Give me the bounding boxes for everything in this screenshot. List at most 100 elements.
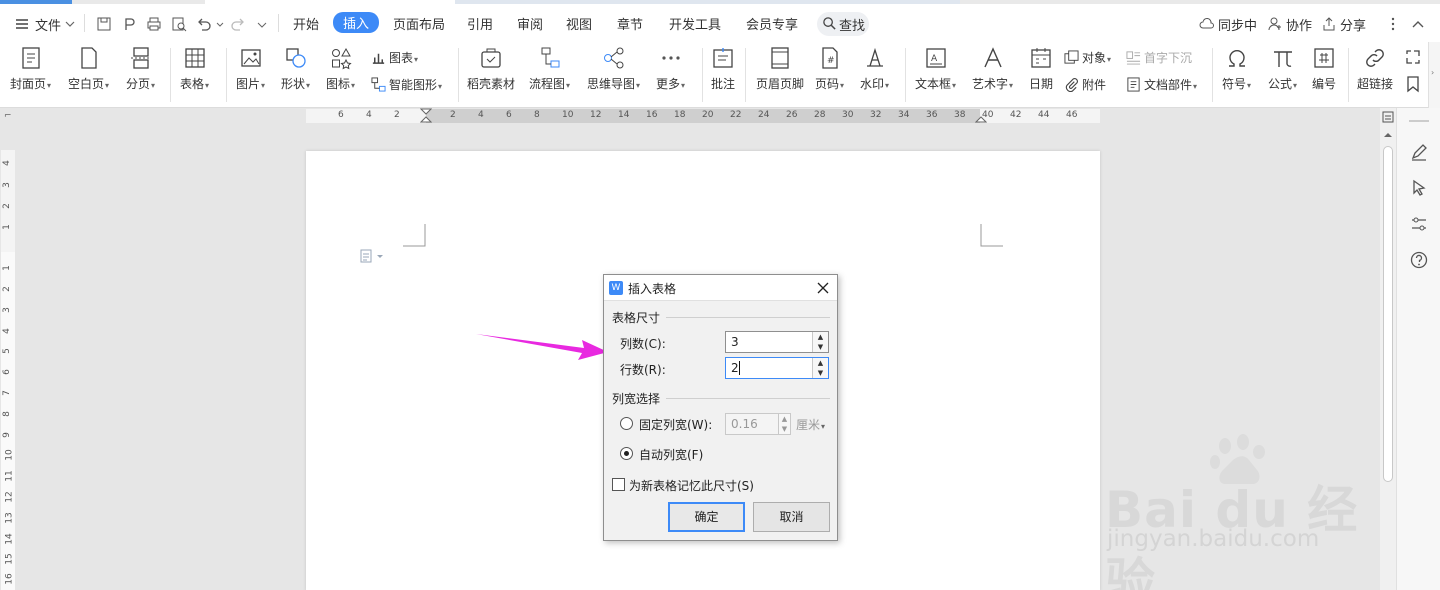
blank-page-icon (80, 47, 97, 69)
help-icon[interactable] (1409, 250, 1429, 270)
fixed-width-radio[interactable] (620, 417, 633, 430)
wordart-label: 艺术字 (972, 77, 1009, 91)
divider (666, 317, 830, 318)
indent-marker-icon[interactable] (420, 108, 432, 124)
divider (84, 14, 85, 32)
close-icon[interactable] (814, 279, 832, 297)
wordart-button[interactable]: 艺术字▾ (972, 46, 1013, 92)
spin-up-icon[interactable]: ▲ (813, 358, 828, 368)
icon-library-button[interactable]: 图标▾ (326, 46, 355, 92)
tab-references[interactable]: 引用 (467, 14, 493, 33)
collaborate-button[interactable]: 协作 (1286, 15, 1312, 34)
tab-member[interactable]: 会员专享 (746, 14, 798, 33)
smartart-button[interactable]: 智能图形▾ (371, 76, 442, 93)
remember-size-checkbox[interactable] (612, 478, 625, 491)
formula-button[interactable]: 公式▾ (1268, 46, 1297, 92)
columns-stepper[interactable]: 3 ▲ ▼ (725, 331, 829, 353)
dialog-titlebar[interactable]: W 插入表格 (604, 275, 837, 301)
cover-page-button[interactable]: 封面页▾ (10, 46, 51, 92)
attachment-button[interactable]: 附件 (1064, 76, 1106, 93)
split-view-icon[interactable] (1382, 111, 1394, 123)
rows-spin-arrows[interactable]: ▲ ▼ (812, 358, 828, 378)
collaborate-icon[interactable] (1267, 16, 1283, 32)
print-preview-icon[interactable] (171, 16, 187, 32)
right-indent-marker-icon[interactable] (975, 108, 987, 124)
crossref-icon[interactable] (1404, 48, 1422, 66)
picture-button[interactable]: 图片▾ (236, 46, 265, 92)
collapse-ribbon-icon[interactable] (1410, 16, 1426, 32)
rows-stepper[interactable]: 2 ▲ ▼ (725, 357, 829, 379)
print-icon[interactable] (146, 16, 162, 32)
hamburger-icon[interactable] (14, 16, 30, 32)
share-icon[interactable] (1321, 16, 1337, 32)
page-number-button[interactable]: # 页码▾ (815, 46, 844, 92)
customize-toolbar-icon[interactable] (256, 16, 268, 32)
paste-options-icon[interactable] (360, 249, 386, 263)
select-cursor-icon[interactable] (1409, 178, 1429, 198)
horizontal-ruler[interactable]: 6 4 2 2 4 6 8 10 12 14 16 18 20 22 24 26 28 30 32 34 36 38 40 4… (0, 108, 1380, 124)
page-break-button[interactable]: 分页▾ (126, 46, 155, 92)
more-button[interactable]: 更多▾ (656, 46, 685, 92)
spin-up-icon[interactable]: ▲ (813, 332, 828, 342)
dropcap-button[interactable]: 首字下沉 (1126, 49, 1192, 66)
ribbon-scroll[interactable]: › (1428, 42, 1440, 108)
cancel-button[interactable]: 取消 (753, 502, 830, 532)
blank-page-button[interactable]: 空白页▾ (68, 46, 109, 92)
cloud-sync-icon[interactable] (1199, 16, 1215, 32)
bookmark-icon[interactable] (1404, 75, 1422, 93)
tab-section[interactable]: 章节 (617, 14, 643, 33)
smartart-label: 智能图形 (389, 78, 438, 92)
save-icon[interactable] (96, 16, 112, 32)
sync-status[interactable]: 同步中 (1218, 15, 1257, 34)
tab-home[interactable]: 开始 (293, 14, 319, 33)
chart-button[interactable]: 图表▾ (371, 49, 418, 66)
spin-down-icon[interactable]: ▼ (813, 342, 828, 352)
textbox-button[interactable]: A 文本框▾ (915, 46, 956, 92)
tab-insert[interactable]: 插入 (333, 12, 380, 33)
file-menu[interactable]: 文件 (35, 15, 61, 34)
tab-stop-icon[interactable]: ⌐ (4, 111, 12, 121)
header-footer-button[interactable]: 页眉页脚 (756, 46, 804, 92)
columns-spin-arrows[interactable]: ▲ ▼ (812, 332, 828, 352)
hyperlink-button[interactable]: 超链接 (1357, 46, 1393, 92)
scrollbar-thumb[interactable] (1383, 146, 1393, 482)
auto-width-radio[interactable] (620, 447, 633, 460)
more-options-icon[interactable] (1385, 16, 1401, 32)
search-box[interactable]: 查找 (817, 12, 869, 36)
undo-icon[interactable] (196, 16, 212, 32)
ok-button[interactable]: 确定 (668, 502, 745, 532)
fixed-width-spin-arrows[interactable]: ▲ ▼ (778, 414, 790, 434)
page-number-icon: # (821, 47, 838, 69)
fixed-width-stepper[interactable]: 0.16 ▲ ▼ (725, 413, 791, 435)
vertical-scrollbar[interactable] (1380, 108, 1396, 590)
chevron-down-icon[interactable] (64, 16, 76, 32)
redo-icon[interactable] (230, 16, 246, 32)
output-pdf-icon[interactable] (122, 16, 138, 32)
comment-button[interactable]: 批注 (711, 46, 735, 92)
tab-page-layout[interactable]: 页面布局 (393, 14, 445, 33)
numbering-button[interactable]: 编号 (1312, 46, 1336, 92)
table-button[interactable]: 表格▾ (180, 46, 209, 92)
unit-label: 厘米 (796, 418, 821, 432)
tab-developer[interactable]: 开发工具 (669, 14, 721, 33)
unit-dropdown[interactable]: 厘米▾ (796, 416, 825, 433)
watermark-button[interactable]: 水印▾ (860, 46, 889, 92)
tab-view[interactable]: 视图 (566, 14, 592, 33)
columns-value: 3 (731, 335, 739, 349)
date-button[interactable]: 日期 (1029, 46, 1053, 92)
shape-button[interactable]: 形状▾ (281, 46, 310, 92)
undo-dropdown-icon[interactable] (215, 16, 225, 32)
flowchart-button[interactable]: 流程图▾ (529, 46, 570, 92)
edit-pen-icon[interactable] (1409, 142, 1429, 162)
settings-sliders-icon[interactable] (1409, 214, 1429, 234)
symbol-button[interactable]: 符号▾ (1222, 46, 1251, 92)
vertical-ruler[interactable]: 4 3 2 1 1 2 3 4 5 6 7 8 9 10 11 12 13 14 15 16 (0, 124, 16, 590)
docparts-button[interactable]: 文档部件▾ (1126, 76, 1197, 93)
tab-review[interactable]: 审阅 (517, 14, 543, 33)
object-button[interactable]: 对象▾ (1064, 49, 1111, 66)
spin-down-icon[interactable]: ▼ (813, 368, 828, 378)
scroll-up-icon[interactable] (1383, 130, 1393, 140)
mindmap-button[interactable]: 思维导图▾ (587, 46, 640, 92)
docer-assets-button[interactable]: 稻壳素材 (467, 46, 515, 92)
share-button[interactable]: 分享 (1340, 15, 1366, 34)
